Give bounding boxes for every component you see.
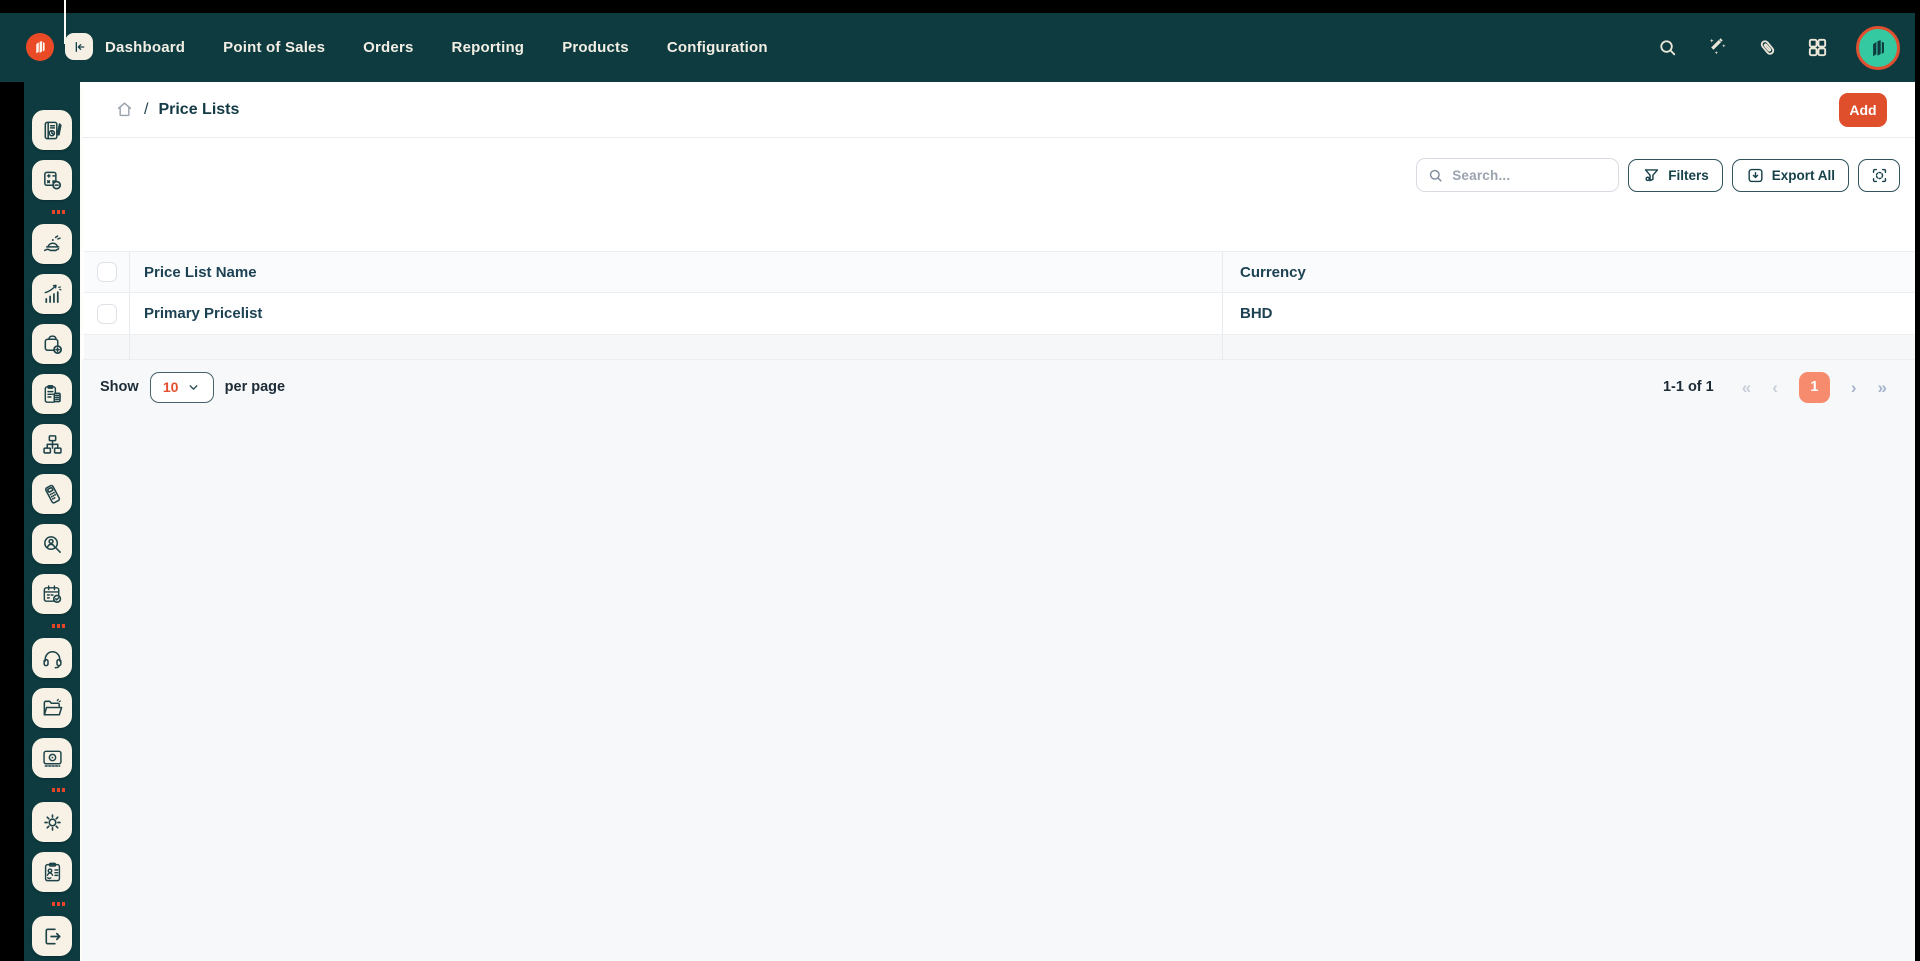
apps-grid-icon[interactable]: [1806, 36, 1829, 59]
sales-growth-icon[interactable]: [32, 274, 72, 314]
app-root: Dashboard Point of Sales Orders Reportin…: [0, 0, 1920, 961]
last-page-button[interactable]: »: [1878, 379, 1887, 396]
strip-checkbox-cell: [84, 335, 130, 359]
support-icon[interactable]: [32, 638, 72, 678]
search-input-icon: [1430, 169, 1442, 182]
search-box: [1416, 158, 1620, 192]
select-all-checkbox[interactable]: [97, 262, 117, 282]
page-size-value: 10: [162, 379, 179, 395]
row-checkbox-cell: [84, 293, 130, 334]
collapse-left-icon: [75, 41, 85, 52]
pagination-bar: Show 10 per page 1-1 of 1 « ‹ 1 › »: [84, 369, 1915, 405]
price-list-name-value: Primary Pricelist: [144, 305, 263, 322]
filters-button[interactable]: Filters: [1628, 158, 1723, 192]
page-size-control: Show 10 per page: [100, 371, 286, 403]
export-all-button-label: Export All: [1771, 167, 1835, 183]
nav-item-configuration[interactable]: Configuration: [667, 39, 768, 56]
chevron-down-icon: [189, 384, 198, 390]
documents-icon[interactable]: [32, 688, 72, 728]
search-icon[interactable]: [1656, 36, 1679, 59]
nav-item-dashboard[interactable]: Dashboard: [105, 39, 185, 56]
main-content: / Price Lists Add Filters: [82, 82, 1915, 961]
calendar-icon[interactable]: [32, 574, 72, 614]
nav-item-point-of-sales[interactable]: Point of Sales: [223, 39, 325, 56]
hierarchy-icon[interactable]: [32, 424, 72, 464]
breadcrumb-current-page: Price Lists: [158, 100, 240, 118]
previous-page-button[interactable]: ‹: [1772, 379, 1778, 396]
row-name-cell: Primary Pricelist: [130, 293, 1223, 334]
row-checkbox[interactable]: [97, 303, 117, 324]
header-name-cell: Price List Name: [130, 252, 1223, 292]
fullscreen-button[interactable]: [1858, 158, 1900, 192]
strip-currency-cell: [1223, 335, 1915, 359]
filters-button-label: Filters: [1668, 167, 1709, 183]
magic-wand-icon[interactable]: [1706, 36, 1729, 59]
home-icon[interactable]: [115, 100, 134, 119]
strip-name-cell: [130, 335, 1223, 359]
table-header-row: Price List Name Currency: [84, 252, 1915, 293]
pagination-range-label: 1-1 of 1: [1662, 379, 1714, 395]
calculator-coins-icon[interactable]: [32, 160, 72, 200]
brand-logo-icon: [36, 40, 45, 54]
sidebar-collapse-button[interactable]: [65, 33, 93, 60]
breadcrumb-bar: / Price Lists Add: [82, 82, 1915, 137]
search-input[interactable]: [1452, 167, 1609, 183]
billing-clipboard-icon[interactable]: [32, 374, 72, 414]
page-navigation: 1-1 of 1 « ‹ 1 › »: [1662, 371, 1887, 403]
logout-icon[interactable]: [32, 916, 72, 956]
nav-item-orders[interactable]: Orders: [363, 39, 413, 56]
table-row[interactable]: Primary Pricelist BHD: [84, 293, 1915, 335]
per-page-label: per page: [224, 379, 286, 395]
filter-funnel-icon: [1645, 168, 1659, 181]
next-page-button[interactable]: ›: [1851, 379, 1857, 396]
header-checkbox-cell: [84, 252, 130, 292]
sidebar-divider-dash: [51, 788, 65, 792]
user-avatar[interactable]: [1856, 25, 1900, 70]
settings-icon[interactable]: [32, 802, 72, 842]
page-size-select[interactable]: 10: [149, 371, 214, 403]
nav-item-reporting[interactable]: Reporting: [452, 39, 525, 56]
staff-icon[interactable]: [32, 852, 72, 892]
breadcrumb: / Price Lists: [115, 100, 239, 119]
sidebar-divider-dash: [51, 902, 65, 906]
current-page-button[interactable]: 1: [1798, 371, 1830, 403]
show-label: Show: [100, 379, 139, 395]
customer-search-icon[interactable]: [32, 524, 72, 564]
daily-report-icon[interactable]: [32, 110, 72, 150]
sidebar-content-divider: [80, 82, 82, 961]
food-service-icon[interactable]: [32, 224, 72, 264]
brand-logo[interactable]: [26, 33, 54, 61]
row-currency-cell: BHD: [1223, 293, 1915, 334]
icon-sidebar: [24, 82, 80, 961]
table-footer-strip: [84, 335, 1915, 360]
attachment-icon[interactable]: [1756, 36, 1779, 59]
pos-terminal-icon[interactable]: [32, 474, 72, 514]
header-currency-cell: Currency: [1223, 252, 1915, 292]
column-header-price-list-name: Price List Name: [144, 263, 257, 281]
display-icon[interactable]: [32, 738, 72, 778]
first-page-button[interactable]: «: [1742, 379, 1751, 396]
add-button[interactable]: Add: [1839, 93, 1887, 127]
topbar-actions: [1656, 13, 1900, 82]
add-product-icon[interactable]: [32, 324, 72, 364]
avatar-logo-icon: [1873, 39, 1884, 56]
export-download-icon: [1748, 168, 1763, 182]
price-lists-table: Price List Name Currency Primary Priceli…: [84, 251, 1915, 360]
list-toolbar: Filters Export All: [1416, 158, 1900, 192]
sidebar-divider-dash: [51, 210, 65, 214]
sidebar-divider-dash: [51, 624, 65, 628]
fullscreen-icon: [1872, 168, 1886, 182]
currency-value: BHD: [1240, 305, 1273, 322]
list-panel: Filters Export All: [82, 137, 1915, 360]
breadcrumb-separator: /: [144, 100, 149, 118]
nav-item-products[interactable]: Products: [562, 39, 629, 56]
export-all-button[interactable]: Export All: [1731, 158, 1849, 192]
main-nav: Dashboard Point of Sales Orders Reportin…: [105, 13, 768, 82]
column-header-currency: Currency: [1240, 263, 1306, 281]
